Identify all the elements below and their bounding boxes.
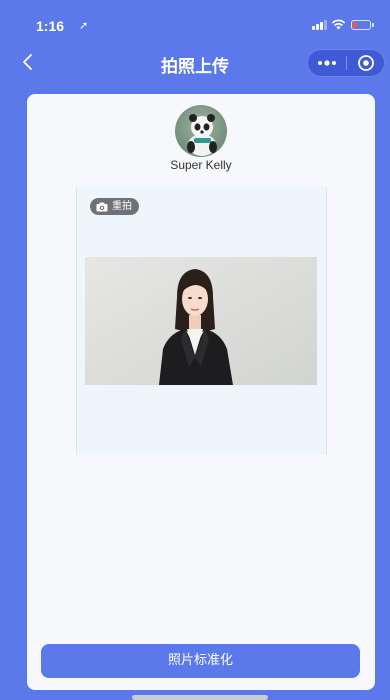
photo-panel: 重拍 — [76, 187, 327, 455]
avatar — [175, 105, 227, 157]
wifi-icon — [331, 19, 346, 30]
target-circle-icon — [358, 55, 374, 71]
status-time: 1:16 — [36, 18, 65, 34]
upload-card: Super Kelly 重拍 照片标准化 — [27, 94, 375, 690]
location-arrow-icon: ➚ — [79, 19, 89, 32]
status-bar: 1:16 ➚ — [0, 0, 390, 40]
nav-bar: 拍照上传 — [0, 40, 390, 84]
battery-level — [353, 22, 357, 28]
retake-label: 重拍 — [112, 201, 132, 212]
user-name: Super Kelly — [170, 158, 232, 172]
more-dots-icon — [318, 60, 336, 66]
retake-button[interactable]: 重拍 — [90, 198, 139, 215]
mini-program-capsule — [307, 49, 385, 77]
battery-icon — [351, 20, 374, 30]
more-button[interactable] — [308, 50, 346, 76]
panda-avatar-icon — [175, 105, 227, 157]
standardize-photo-button[interactable]: 照片标准化 — [41, 644, 360, 678]
close-button[interactable] — [347, 50, 385, 76]
uploaded-portrait-photo — [85, 257, 317, 385]
portrait-image — [85, 257, 317, 385]
camera-icon — [96, 202, 108, 211]
home-indicator — [132, 695, 268, 700]
cellular-signal-icon — [312, 20, 327, 30]
